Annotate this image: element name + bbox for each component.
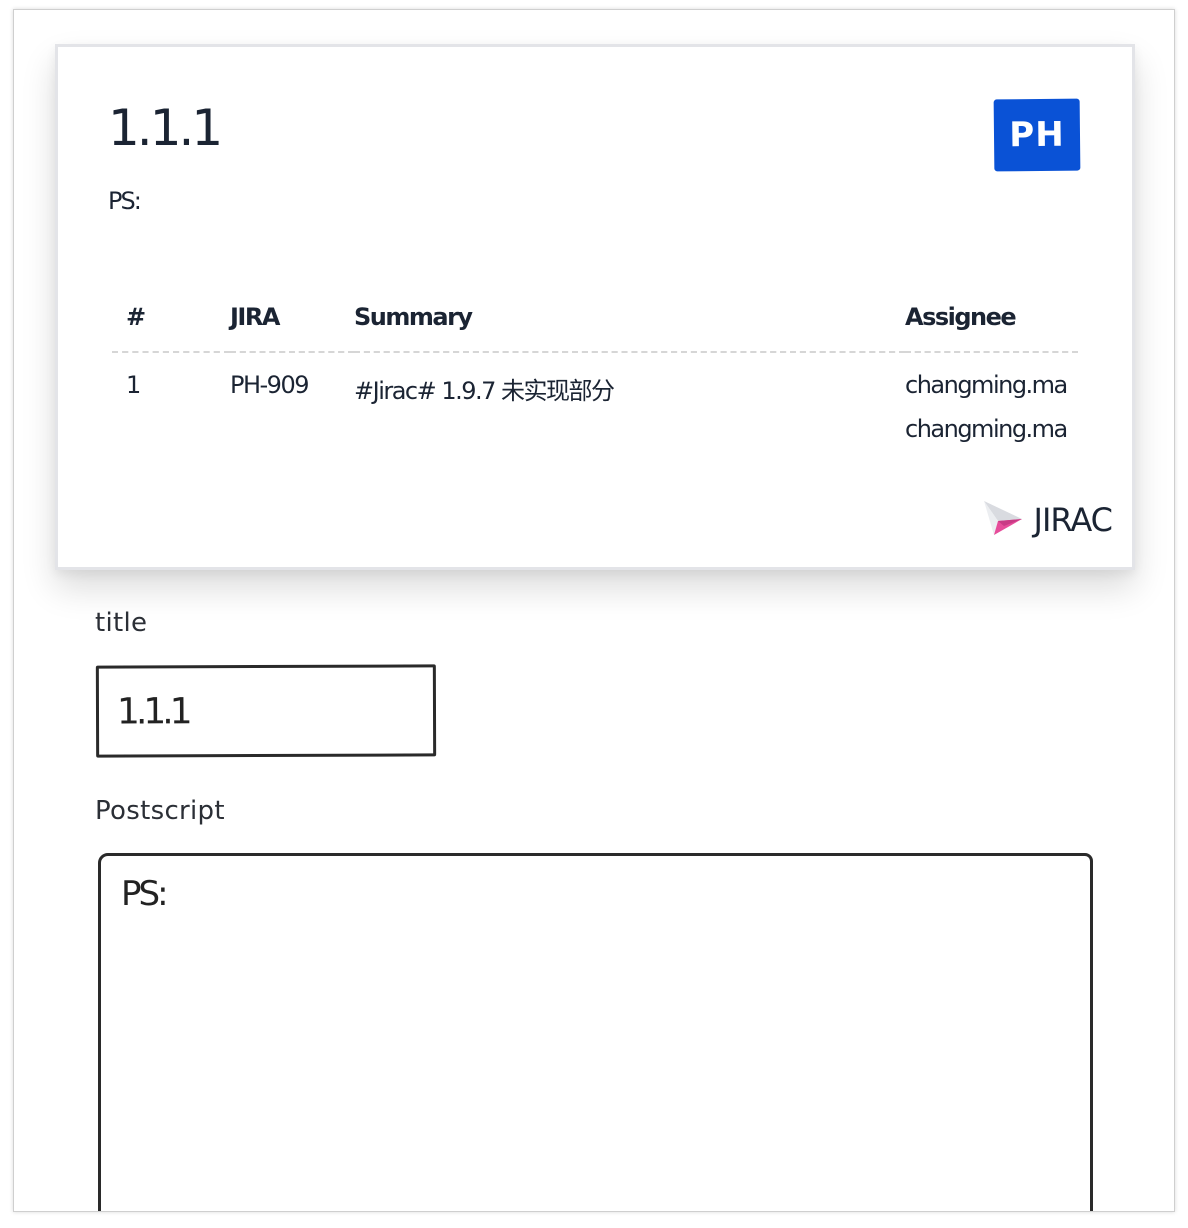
header-assignee: Assignee <box>905 303 1017 331</box>
card-title: 1.1.1 <box>108 99 223 157</box>
assignee-name: changming.ma <box>905 415 1068 443</box>
table-row: 1 PH-909 #Jirac# 1.9.7 未实现部分 changming.m… <box>112 352 1078 455</box>
header-number: # <box>126 303 146 331</box>
title-label: title <box>95 608 148 638</box>
row-summary: #Jirac# 1.9.7 未实现部分 <box>354 377 615 405</box>
postscript-textarea[interactable]: PS: <box>98 853 1093 1211</box>
row-assignee: changming.ma changming.ma <box>905 352 1078 455</box>
card-postscript: PS: <box>108 187 142 215</box>
row-jira-key: PH-909 <box>230 371 310 399</box>
row-number: 1 <box>126 371 141 399</box>
header-summary: Summary <box>354 303 473 331</box>
assignee-name: changming.ma <box>905 371 1068 399</box>
postscript-label: Postscript <box>95 796 225 826</box>
brand-footer: JIRAC <box>982 499 1113 541</box>
brand-name: JIRAC <box>1033 501 1113 539</box>
header-jira: JIRA <box>230 303 280 331</box>
issue-table-header: # JIRA Summary Assignee <box>112 283 1078 352</box>
page-frame: 1.1.1 PS: PH # JIRA Summary Assignee 1 P… <box>13 9 1175 1212</box>
paper-plane-icon <box>982 499 1024 541</box>
title-input[interactable] <box>95 664 437 758</box>
issue-table: # JIRA Summary Assignee 1 PH-909 #Jirac#… <box>112 283 1078 455</box>
project-badge: PH <box>993 98 1081 172</box>
release-note-card: 1.1.1 PS: PH # JIRA Summary Assignee 1 P… <box>55 44 1135 570</box>
